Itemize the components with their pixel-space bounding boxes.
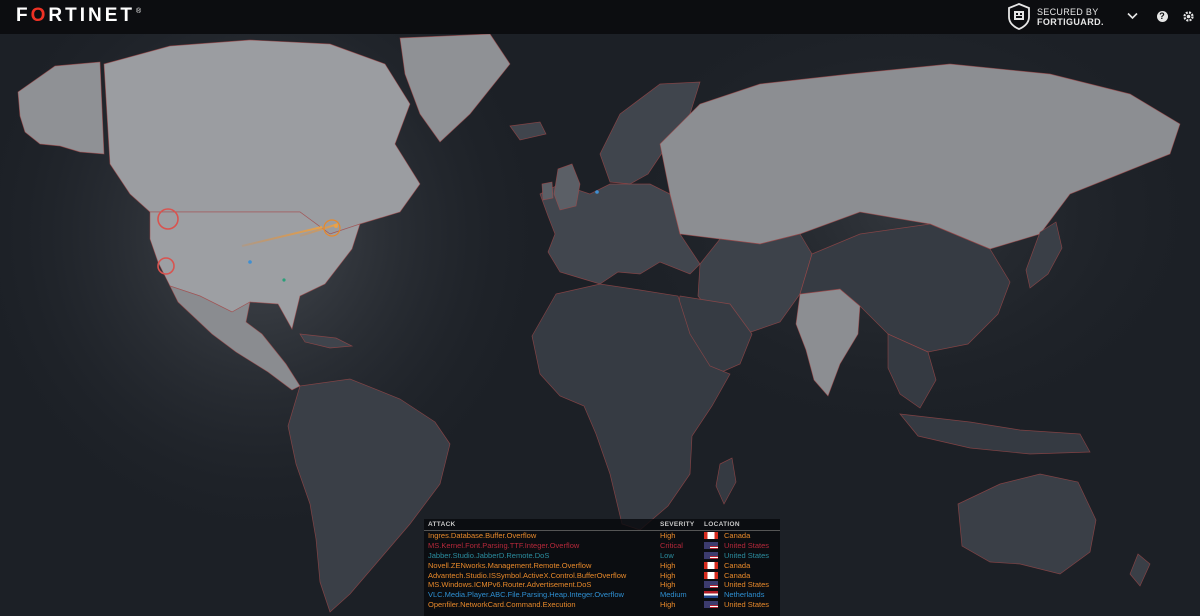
secured-line2: FORTIGUARD. bbox=[1037, 17, 1104, 27]
canada-flag-icon bbox=[704, 571, 718, 579]
fortiguard-shield-icon bbox=[1008, 3, 1030, 30]
brand-name: FORTINET bbox=[16, 5, 135, 26]
threat-map-app: FORTINET ® SECURED BY FORTIGUARD. ? ATTA… bbox=[0, 0, 1200, 616]
location-name: Canada bbox=[724, 570, 751, 580]
location-name: United States bbox=[724, 599, 770, 609]
attack-location: United States bbox=[700, 541, 780, 550]
attack-feed-table: ATTACK SEVERITY LOCATION Ingres.Database… bbox=[424, 519, 780, 616]
fortinet-logo[interactable]: FORTINET ® bbox=[16, 4, 141, 28]
chevron-down-icon bbox=[1126, 12, 1138, 20]
attack-severity: Low bbox=[660, 550, 674, 560]
attack-location: Canada bbox=[700, 531, 780, 540]
attack-name: Novell.ZENworks.Management.Remote.Overfl… bbox=[428, 560, 592, 570]
attack-name: MS.Windows.ICMPv6.Router.Advertisement.D… bbox=[428, 580, 592, 590]
attack-severity: High bbox=[660, 570, 676, 580]
attack-point bbox=[282, 278, 286, 282]
region-canada bbox=[103, 39, 421, 235]
top-bar: FORTINET ® SECURED BY FORTIGUARD. ? bbox=[0, 0, 1200, 34]
attack-location: United States bbox=[700, 600, 780, 609]
attack-location: Canada bbox=[700, 571, 780, 580]
region-ireland bbox=[541, 181, 554, 201]
usa-flag-icon bbox=[704, 581, 718, 589]
canada-flag-icon bbox=[704, 532, 718, 540]
gear-icon bbox=[1182, 10, 1194, 22]
attack-name: Ingres.Database.Buffer.Overflow bbox=[428, 531, 537, 541]
attack-name: MS.Kernel.Font.Parsing.TTF.Integer.Overf… bbox=[428, 541, 580, 551]
usa-flag-icon bbox=[704, 542, 718, 550]
attack-point bbox=[595, 190, 599, 194]
attack-feed-row[interactable]: VLC.Media.Player.ABC.File.Parsing.Heap.I… bbox=[424, 590, 780, 600]
attack-feed-row[interactable]: MS.Windows.ICMPv6.Router.Advertisement.D… bbox=[424, 580, 780, 590]
column-severity: SEVERITY bbox=[660, 521, 695, 528]
location-name: United States bbox=[724, 580, 770, 590]
location-name: United States bbox=[724, 541, 770, 551]
settings-button[interactable] bbox=[1180, 8, 1196, 24]
attack-point bbox=[334, 224, 338, 228]
menu-toggle-button[interactable] bbox=[1124, 8, 1140, 24]
location-name: Canada bbox=[724, 560, 751, 570]
attack-severity: Medium bbox=[660, 590, 687, 600]
location-name: Canada bbox=[724, 531, 751, 541]
attack-feed-row[interactable]: Jabber.Studio.JabberD.Remote.DoS Low Unite… bbox=[424, 551, 780, 561]
column-attack: ATTACK bbox=[428, 521, 456, 528]
secured-line1: SECURED BY bbox=[1037, 7, 1099, 17]
secured-by-fortiguard: SECURED BY FORTIGUARD. bbox=[1037, 7, 1104, 27]
attack-name: VLC.Media.Player.ABC.File.Parsing.Heap.I… bbox=[428, 590, 624, 600]
help-button[interactable]: ? bbox=[1154, 8, 1170, 24]
attack-severity: High bbox=[660, 560, 676, 570]
attack-severity: Critical bbox=[660, 541, 683, 551]
location-name: United States bbox=[724, 550, 770, 560]
attack-feed-rows: Ingres.Database.Buffer.Overflow High Canad… bbox=[424, 531, 780, 609]
attack-location: Netherlands bbox=[700, 590, 780, 599]
attack-feed-header: ATTACK SEVERITY LOCATION bbox=[424, 519, 780, 531]
location-name: Netherlands bbox=[724, 590, 765, 600]
canada-flag-icon bbox=[704, 561, 718, 569]
registered-mark: ® bbox=[136, 8, 142, 15]
attack-name: Jabber.Studio.JabberD.Remote.DoS bbox=[428, 550, 550, 560]
attack-feed-row[interactable]: Openfiler.NetworkCard.Command.Execution H… bbox=[424, 600, 780, 610]
help-icon: ? bbox=[1156, 10, 1168, 22]
attack-name: Advantech.Studio.ISSymbol.ActiveX.Contro… bbox=[428, 570, 627, 580]
attack-location: United States bbox=[700, 551, 780, 560]
usa-flag-icon bbox=[704, 600, 718, 608]
attack-point bbox=[248, 260, 252, 264]
attack-name: Openfiler.NetworkCard.Command.Execution bbox=[428, 599, 576, 609]
attack-location: United States bbox=[700, 580, 780, 589]
attack-feed-row[interactable]: MS.Kernel.Font.Parsing.TTF.Integer.Overf… bbox=[424, 541, 780, 551]
usa-flag-icon bbox=[704, 551, 718, 559]
netherlands-flag-icon bbox=[704, 591, 718, 599]
attack-feed-row[interactable]: Advantech.Studio.ISSymbol.ActiveX.Contro… bbox=[424, 570, 780, 580]
attack-severity: High bbox=[660, 599, 676, 609]
column-location: LOCATION bbox=[704, 521, 740, 528]
attack-severity: High bbox=[660, 531, 676, 541]
attack-severity: High bbox=[660, 580, 676, 590]
attack-feed-row[interactable]: Novell.ZENworks.Management.Remote.Overfl… bbox=[424, 560, 780, 570]
attack-feed-row[interactable]: Ingres.Database.Buffer.Overflow High Canad… bbox=[424, 531, 780, 541]
attack-location: Canada bbox=[700, 561, 780, 570]
